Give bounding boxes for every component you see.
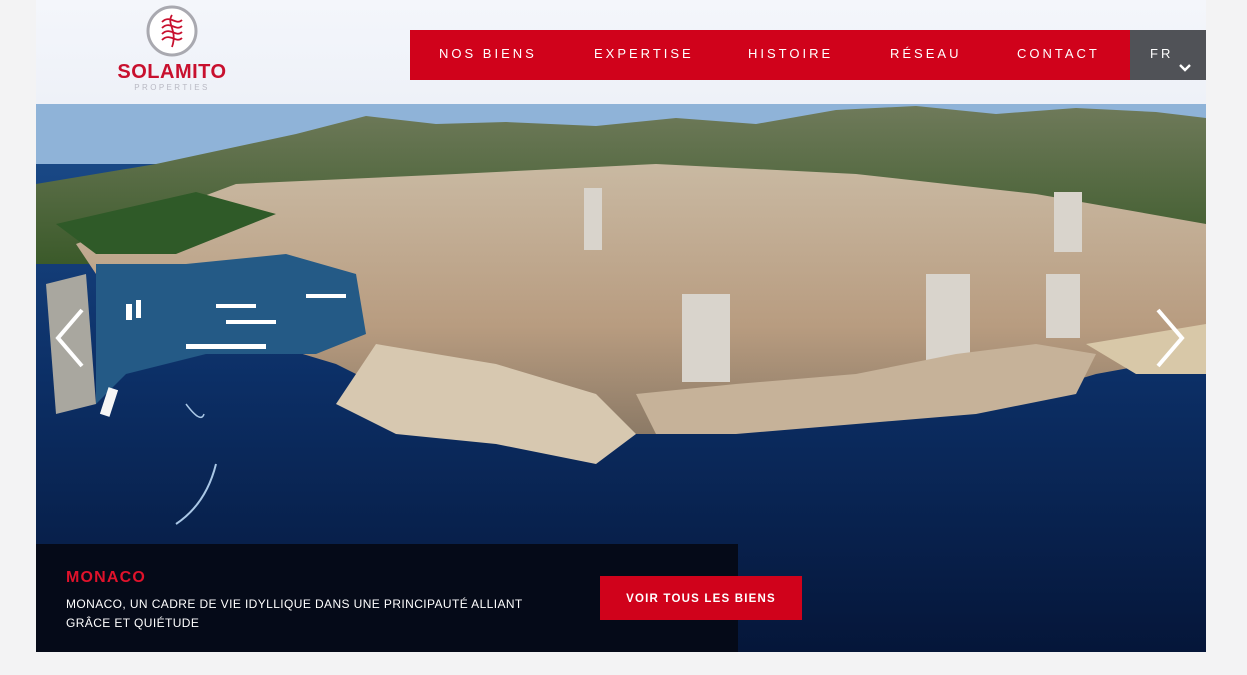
nav-item-reseau[interactable]: RÉSEAU: [890, 30, 961, 80]
language-selector[interactable]: FR: [1130, 30, 1206, 80]
slide-description: MONACO, UN CADRE DE VIE IDYLLIQUE DANS U…: [66, 597, 523, 630]
slider-prev-button[interactable]: [50, 306, 90, 370]
chevron-down-icon: [1178, 47, 1192, 72]
chevron-left-icon: [55, 308, 84, 368]
solamito-emblem-icon: [146, 5, 198, 57]
slide-title: MONACO: [66, 569, 147, 586]
nav-item-nos-biens[interactable]: NOS BIENS: [439, 30, 537, 80]
brand-subtitle: PROPERTIES: [134, 83, 210, 92]
view-all-properties-button[interactable]: VOIR TOUS LES BIENS: [600, 576, 802, 620]
language-label: FR: [1150, 46, 1174, 61]
nav-item-expertise[interactable]: EXPERTISE: [594, 30, 694, 80]
page: SOLAMITO PROPERTIES NOS BIENS EXPERTISE …: [36, 0, 1206, 652]
hero-slider: MONACO MONACO, UN CADRE DE VIE IDYLLIQUE…: [36, 104, 1206, 652]
site-header: SOLAMITO PROPERTIES NOS BIENS EXPERTISE …: [36, 0, 1206, 104]
slider-next-button[interactable]: [1150, 306, 1190, 370]
brand-name: SOLAMITO: [117, 61, 227, 83]
nav-item-histoire[interactable]: HISTOIRE: [748, 30, 833, 80]
site-logo[interactable]: SOLAMITO PROPERTIES: [112, 4, 232, 96]
chevron-right-icon: [1156, 308, 1185, 368]
nav-item-contact[interactable]: CONTACT: [1017, 30, 1100, 80]
main-nav: NOS BIENS EXPERTISE HISTOIRE RÉSEAU CONT…: [410, 30, 1130, 80]
